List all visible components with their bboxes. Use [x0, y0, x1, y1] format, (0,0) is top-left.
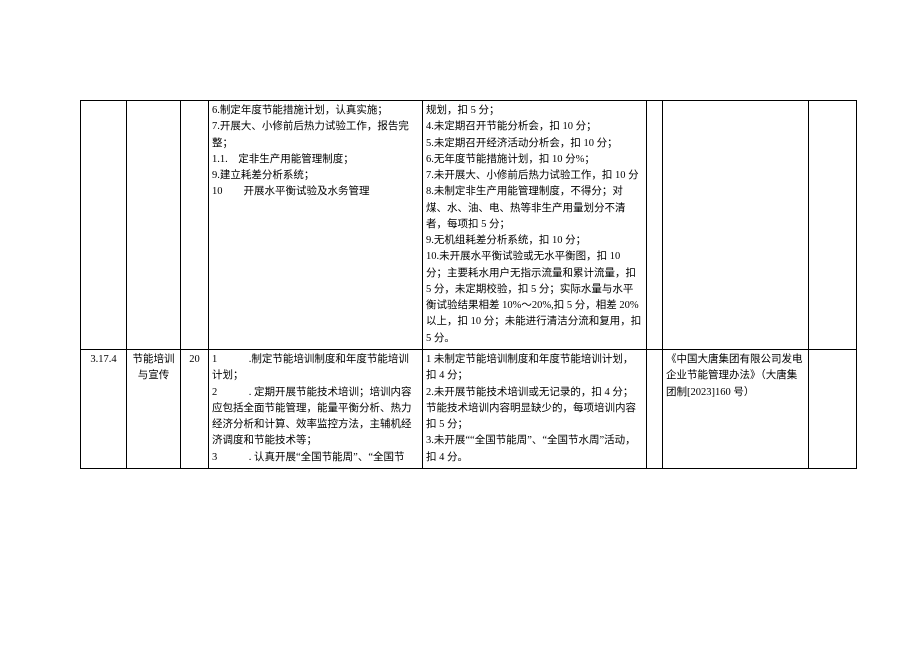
cell-index: [81, 101, 127, 350]
cell-requirement: 6.制定年度节能措施计划，认真实施；7.开展大、小修前后热力试验工作，报告完整；…: [209, 101, 423, 350]
cell-criteria: 规划，扣 5 分；4.未定期召开节能分析会，扣 10 分；5.未定期召开经济活动…: [423, 101, 647, 350]
cell-item-name: [127, 101, 181, 350]
cell-index: 3.17.4: [81, 349, 127, 468]
cell-requirement: 1 .制定节能培训制度和年度节能培训计划；2 . 定期开展节能技术培训；培训内容…: [209, 349, 423, 468]
cell-blank-a: [647, 101, 663, 350]
cell-score: [181, 101, 209, 350]
cell-item-name: 节能培训与宣传: [127, 349, 181, 468]
standards-table: 6.制定年度节能措施计划，认真实施；7.开展大、小修前后热力试验工作，报告完整；…: [80, 100, 857, 469]
cell-blank-b: [809, 101, 857, 350]
cell-blank-b: [809, 349, 857, 468]
table-row: 3.17.4 节能培训与宣传 20 1 .制定节能培训制度和年度节能培训计划；2…: [81, 349, 857, 468]
table-row: 6.制定年度节能措施计划，认真实施；7.开展大、小修前后热力试验工作，报告完整；…: [81, 101, 857, 350]
cell-criteria: 1 未制定节能培训制度和年度节能培训计划，扣 4 分；2.未开展节能技术培训或无…: [423, 349, 647, 468]
cell-score: 20: [181, 349, 209, 468]
cell-reference: 《中国大唐集团有限公司发电企业节能管理办法》（大唐集团制[2023]160 号）: [663, 349, 809, 468]
document-page: 6.制定年度节能措施计划，认真实施；7.开展大、小修前后热力试验工作，报告完整；…: [0, 0, 920, 469]
cell-reference: [663, 101, 809, 350]
cell-blank-a: [647, 349, 663, 468]
